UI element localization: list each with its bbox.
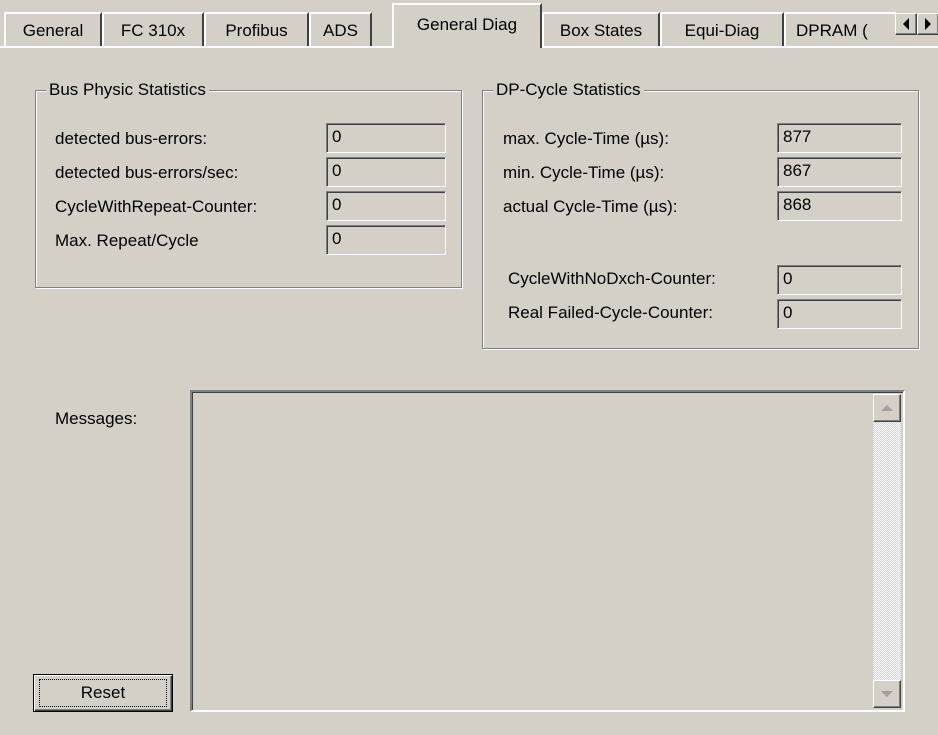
cycle-with-no-dxch-value[interactable]: 0	[777, 265, 902, 295]
reset-button-label: Reset	[39, 679, 167, 707]
triangle-left-icon	[903, 18, 909, 30]
group-title: DP-Cycle Statistics	[493, 79, 644, 101]
tab-scroll-right-button[interactable]	[917, 13, 938, 35]
arrow-up-icon	[881, 405, 893, 411]
field-label: max. Cycle-Time (µs):	[503, 129, 669, 148]
tab-strip: General FC 310x Profibus ADS General Dia…	[0, 0, 938, 48]
field-label: CycleWithNoDxch-Counter:	[508, 269, 716, 288]
field-label: CycleWithRepeat-Counter:	[55, 197, 258, 216]
actual-cycle-time-value[interactable]: 868	[777, 191, 902, 221]
max-cycle-time-value[interactable]: 877	[777, 123, 902, 153]
field-label: detected bus-errors/sec:	[55, 163, 239, 182]
tab-scroll-buttons	[895, 13, 938, 35]
dp-cycle-group: DP-Cycle Statistics max. Cycle-Time (µs)…	[482, 79, 919, 349]
field-label: Real Failed-Cycle-Counter:	[508, 303, 714, 322]
tab-equi-diag[interactable]: Equi-Diag	[660, 12, 784, 48]
field-label: min. Cycle-Time (µs):	[503, 163, 665, 182]
max-repeat-value[interactable]: 0	[326, 225, 446, 255]
bus-physic-group: Bus Physic Statistics detected bus-error…	[35, 79, 462, 288]
group-title: Bus Physic Statistics	[46, 79, 209, 101]
tab-dpram[interactable]: DPRAM (	[784, 12, 896, 48]
cycle-with-repeat-value[interactable]: 0	[326, 191, 446, 221]
tab-fc310x[interactable]: FC 310x	[102, 12, 204, 48]
tab-profibus[interactable]: Profibus	[204, 12, 309, 48]
tab-scroll-left-button[interactable]	[895, 13, 917, 35]
triangle-right-icon	[925, 18, 931, 30]
field-label: actual Cycle-Time (µs):	[503, 197, 678, 216]
scroll-up-button[interactable]	[873, 394, 901, 422]
arrow-down-icon	[881, 691, 893, 697]
tab-general[interactable]: General	[4, 12, 102, 48]
messages-label: Messages:	[55, 409, 138, 428]
tab-general-diag[interactable]: General Diag	[392, 3, 542, 48]
real-failed-cycle-value[interactable]: 0	[777, 299, 902, 329]
bus-errors-value[interactable]: 0	[326, 123, 446, 153]
min-cycle-time-value[interactable]: 867	[777, 157, 902, 187]
scroll-down-button[interactable]	[873, 680, 901, 708]
field-label: detected bus-errors:	[55, 129, 208, 148]
messages-scrollbar[interactable]	[873, 394, 901, 708]
messages-textarea[interactable]	[190, 390, 905, 712]
reset-button[interactable]: Reset	[33, 674, 173, 712]
field-label: Max. Repeat/Cycle	[55, 231, 199, 250]
tab-ads[interactable]: ADS	[309, 12, 372, 48]
tab-box-states[interactable]: Box States	[542, 12, 660, 48]
bus-errors-per-sec-value[interactable]: 0	[326, 157, 446, 187]
